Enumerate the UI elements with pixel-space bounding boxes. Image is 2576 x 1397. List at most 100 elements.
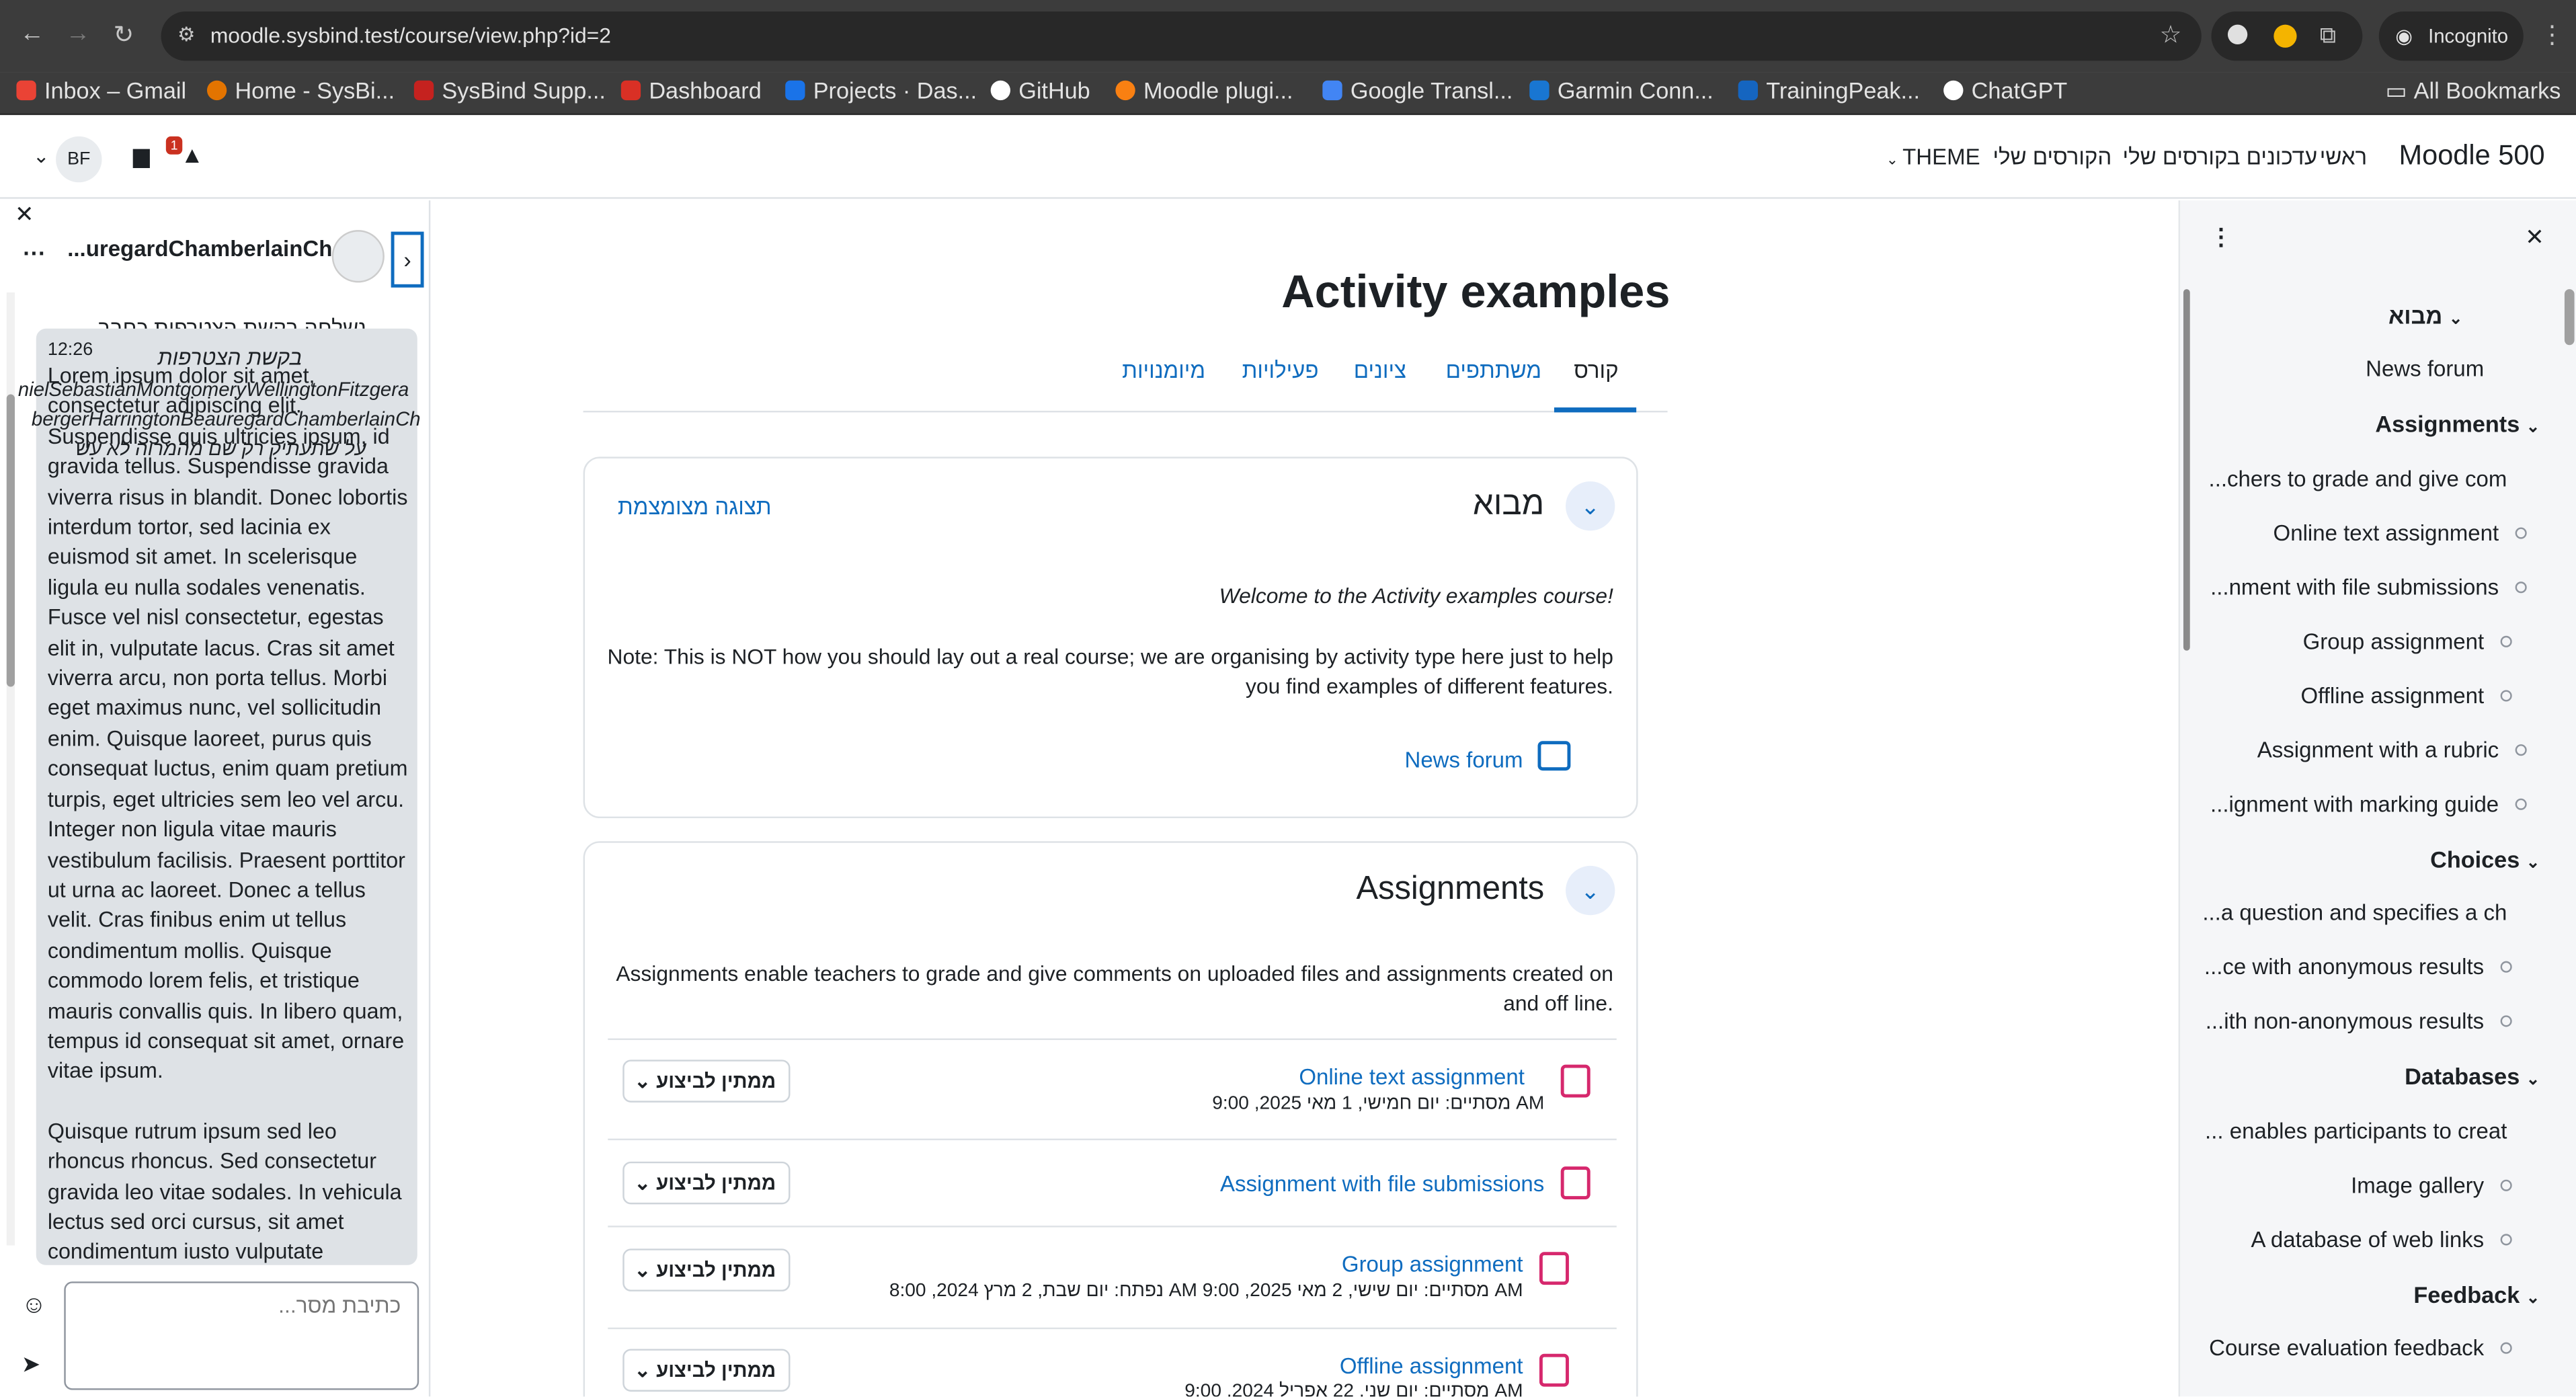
todo-dropdown[interactable]: ⌄ ממתין לביצוע [622,1248,791,1291]
index-activity[interactable]: Course evaluation feedback [2209,1336,2512,1361]
tab-activities[interactable]: פעילויות [1242,358,1319,383]
index-section[interactable]: Feedback ⌄ [2413,1281,2540,1308]
bell-icon[interactable]: ▲ [181,141,204,167]
bookmark-garmin[interactable]: Garmin Conn... [1529,77,1714,104]
scrollbar-thumb[interactable] [6,394,15,687]
bookmark-moodle[interactable]: Moodle plugi... [1115,77,1293,104]
index-activity[interactable]: ...nment with file submissions [2210,575,2527,600]
activity-link[interactable]: Offline assignment [1340,1354,1523,1379]
index-activity[interactable]: ... enables participants to creat [2205,1119,2507,1144]
chevron-down-icon: ⌄ [634,1259,657,1282]
menu-icon[interactable]: ⋮ [2540,19,2565,50]
index-activity[interactable]: Assignment with a rubric [2257,737,2527,762]
chevron-down-icon: ⌄ [2526,854,2540,873]
chevron-down-icon[interactable]: ⌄ [33,145,50,167]
index-section[interactable]: Databases ⌄ [2405,1063,2540,1089]
contact-avatar[interactable] [331,230,385,283]
index-activity[interactable]: ...ith non-anonymous results [2206,1009,2512,1033]
incognito-badge[interactable]: ◉ Incognito [2378,11,2524,61]
index-activity[interactable]: ...ce with anonymous results [2204,955,2512,980]
index-section[interactable]: Assignments ⌄ [2375,411,2540,437]
close-icon[interactable]: ✕ [15,200,34,229]
scrollbar-thumb[interactable] [2183,289,2190,651]
index-activity[interactable]: ...chers to grade and give com [2209,467,2507,491]
back-icon[interactable]: ← [19,19,44,48]
nav-theme[interactable]: ⌄ THEME [1886,145,1980,169]
star-icon[interactable]: ☆ [2160,19,2182,50]
more-options-icon[interactable]: ··· [23,240,46,266]
index-section[interactable]: Choices ⌄ [2430,846,2540,873]
index-activity[interactable]: ...ignment with marking guide [2210,792,2527,817]
activity-link[interactable]: Online text assignment [1299,1065,1525,1090]
address-bar[interactable]: ⚙ moodle.sysbind.test/course/view.php?id… [161,11,2202,61]
divider [608,1038,1617,1040]
activity-dates: מסתיים: יום חמישי, 1 מאי 2025, 9:00 AM [1212,1094,1545,1114]
message-input[interactable] [64,1281,419,1390]
bookmark-dashboard[interactable]: Dashboard [620,77,762,104]
forward-icon[interactable]: → [66,19,91,48]
bookmark-chatgpt[interactable]: ChatGPT [1943,77,2067,104]
tab-grades[interactable]: ציונים [1354,358,1406,383]
todo-dropdown[interactable]: ⌄ ממתין לביצוע [622,1349,791,1392]
bookmark-support[interactable]: SysBind Supp... [413,77,606,104]
bookmark-github[interactable]: GitHub [990,77,1090,104]
chevron-down-icon: ⌄ [2526,1289,2540,1308]
tab-participants[interactable]: משתתפים [1446,358,1541,383]
collapse-all-link[interactable]: תצוגה מצומצמת [618,495,772,520]
activity-dates: נפתח: יום שבת, 2 מרץ 2024, 8:00 AM מסתיי… [889,1281,1523,1302]
extension-icon[interactable] [2273,24,2297,48]
all-bookmarks-label: All Bookmarks [2413,77,2561,104]
news-forum-link[interactable]: News forum [1404,748,1523,772]
chevron-down-icon[interactable]: ⌄ [1566,481,1615,531]
puzzle-icon[interactable]: ⧉ [2320,22,2336,50]
chevron-down-icon: ⌄ [634,1359,657,1382]
browser-toolbar: ← → ↻ ⚙ moodle.sysbind.test/course/view.… [0,0,2576,73]
extension-icon[interactable] [2227,24,2248,44]
bookmark-translate[interactable]: Google Transl... [1322,77,1513,104]
index-section[interactable]: מבוא ⌄ [2388,303,2462,329]
index-activity[interactable]: Image gallery [2351,1173,2512,1198]
url-text: moodle.sysbind.test/course/view.php?id=2 [210,23,611,48]
tab-course[interactable]: קורס [1574,358,1618,383]
site-brand[interactable]: Moodle 500 [2399,140,2544,173]
chevron-down-icon[interactable]: ⌄ [1566,865,1615,916]
nav-mycourses[interactable]: הקורסים שלי [1993,145,2111,169]
index-label: Offline assignment [2300,683,2485,709]
scrollbar[interactable] [6,292,15,1246]
chevron-right-icon[interactable]: › [391,231,424,288]
divider [608,1327,1617,1330]
todo-dropdown[interactable]: ⌄ ממתין לביצוע [622,1161,791,1205]
todo-dropdown[interactable]: ⌄ ממתין לביצוע [622,1060,791,1103]
index-activity[interactable]: A database of web links [2251,1228,2512,1252]
nav-updates[interactable]: עדכונים בקורסים שלי [2123,145,2318,169]
tab-competencies[interactable]: מיומנויות [1122,358,1205,383]
bookmark-projects[interactable]: Projects · Das... [785,77,977,104]
index-activity[interactable]: News forum [2366,356,2484,381]
bookmark-gmail[interactable]: Inbox – Gmail [16,77,186,104]
section-heading: מבוא [1473,486,1545,523]
messages-icon[interactable]: ▆ [133,143,149,169]
scrollbar-thumb[interactable] [2564,289,2575,346]
avatar[interactable]: BF [56,136,102,183]
bookmark-trainingpeaks[interactable]: TrainingPeak... [1738,77,1920,104]
moodle-icon [1115,80,1135,101]
index-label: Assignment with a rubric [2257,737,2499,762]
more-options-icon[interactable]: ⋮ [2210,223,2232,251]
activity-link[interactable]: Assignment with file submissions [1220,1172,1544,1197]
reload-icon[interactable]: ↻ [114,19,134,50]
index-activity[interactable]: Group assignment [2303,629,2512,654]
activity-dates: מסתיים: יום שני, 22 אפריל 2024, 9:00 AM [1184,1382,1523,1397]
index-label: Image gallery [2351,1172,2485,1198]
send-icon[interactable]: ➤ [22,1351,41,1379]
activity-link[interactable]: Group assignment [1342,1252,1523,1277]
close-icon[interactable]: ✕ [2525,223,2544,251]
index-activity[interactable]: Online text assignment [2273,521,2527,545]
index-activity[interactable]: Offline assignment [2300,683,2512,709]
conversation-name[interactable]: ...uregardChamberlainCh [67,237,332,262]
all-bookmarks[interactable]: ▭ All Bookmarks [2386,77,2561,106]
bookmark-home[interactable]: Home - SysBi... [206,77,395,104]
site-info-icon[interactable]: ⚙ [177,23,195,46]
index-activity[interactable]: ...a question and specifies a ch [2202,900,2507,925]
nav-home[interactable]: ראשי [2320,145,2367,169]
emoji-icon[interactable]: ☺ [22,1291,46,1320]
